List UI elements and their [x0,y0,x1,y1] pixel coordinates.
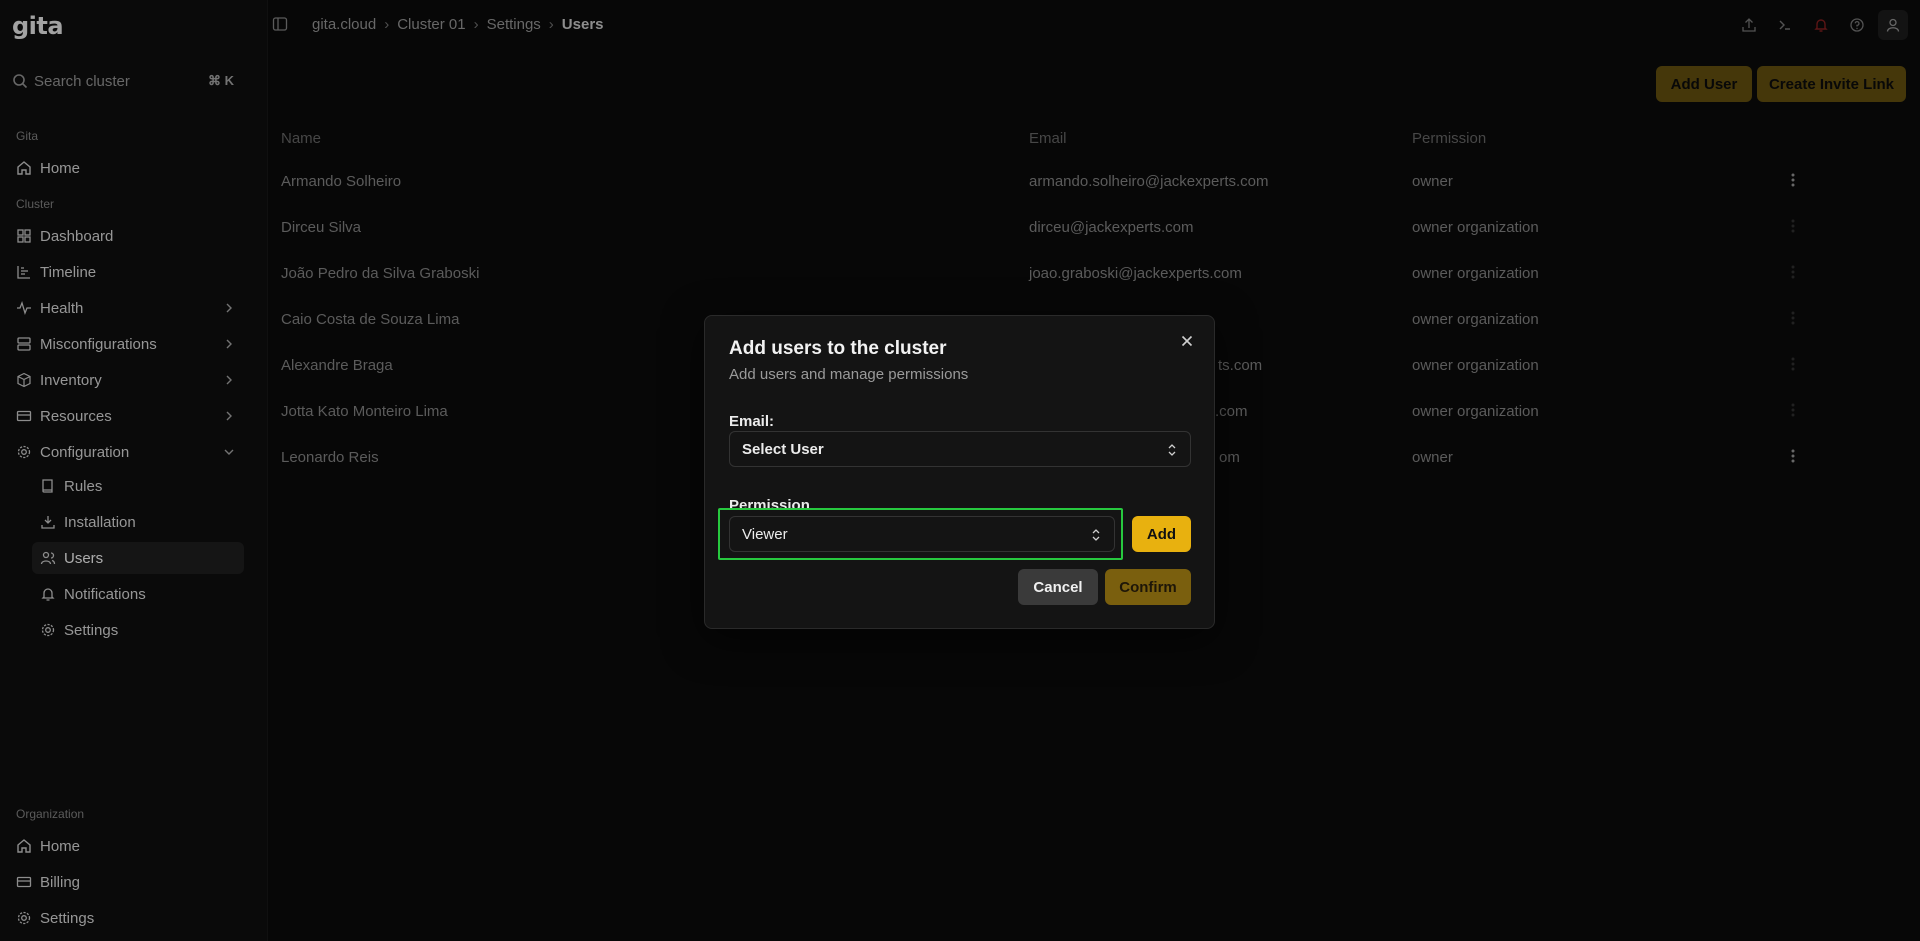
email-select-value: Select User [742,440,824,458]
email-label: Email: [729,413,775,430]
permission-select-value: Viewer [742,525,788,543]
add-button[interactable]: Add [1132,516,1191,552]
email-select[interactable]: Select User [729,431,1191,467]
dialog-title: Add users to the cluster [729,338,947,359]
close-icon[interactable] [1178,332,1196,350]
dialog-subtitle: Add users and manage permissions [729,366,969,383]
chevron-up-down-icon [1168,444,1176,456]
confirm-button[interactable]: Confirm [1105,569,1191,605]
add-users-dialog: Add users to the cluster Add users and m… [704,315,1215,629]
permission-select[interactable]: Viewer [729,516,1115,552]
cancel-button[interactable]: Cancel [1018,569,1098,605]
chevron-up-down-icon [1092,529,1100,541]
